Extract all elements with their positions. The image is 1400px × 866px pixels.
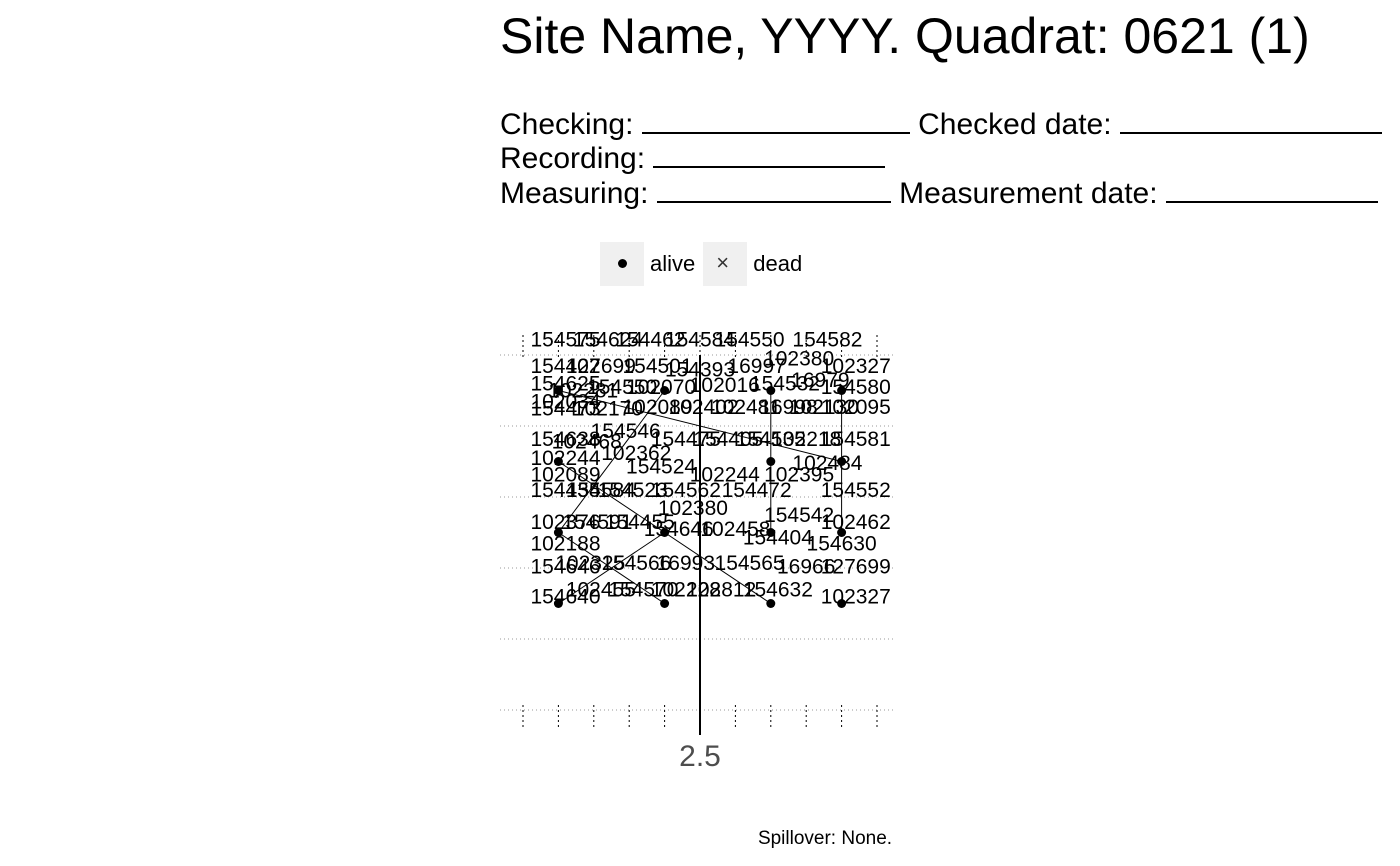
- tag-label: 154565: [715, 552, 785, 575]
- tag-label: 16993: [657, 552, 715, 575]
- tag-label: 102327: [821, 586, 891, 609]
- tag-label: 154632: [743, 578, 813, 601]
- x-tick-label: 2.5: [679, 740, 721, 773]
- tag-label: 154646: [530, 556, 600, 579]
- tag-label: 127699: [821, 556, 891, 579]
- tag-labels: 154575154624154462154584154550 1545821023…: [530, 328, 890, 608]
- tag-label: 154640: [530, 586, 600, 609]
- tag-label: 102095: [821, 396, 891, 419]
- tag-label: 154630: [807, 532, 877, 555]
- tag-label: 154532: [750, 373, 820, 396]
- tag-label: 154404: [743, 527, 813, 550]
- quadrat-map-plot: 154575154624154462154584154550 1545821023…: [500, 328, 895, 735]
- tag-label: 102462: [821, 511, 891, 534]
- tag-label: 154552: [821, 479, 891, 502]
- tag-label: 154472: [722, 479, 792, 502]
- tag-label: 154524: [626, 456, 696, 479]
- tag-label: 154581: [821, 428, 891, 451]
- spillover-caption: Spillover: None.: [757, 828, 893, 849]
